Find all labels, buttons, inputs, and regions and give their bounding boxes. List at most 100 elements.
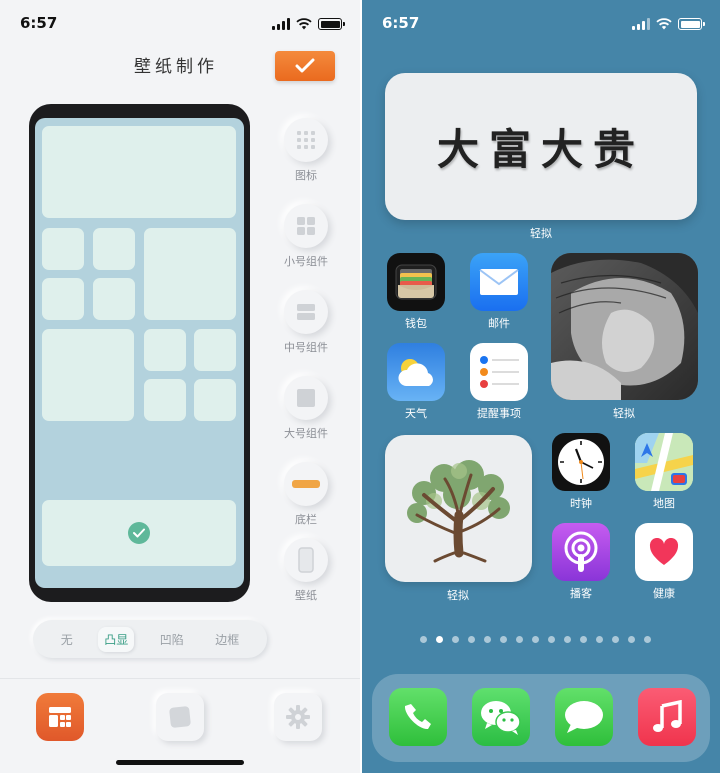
wechat-icon — [472, 688, 530, 746]
app-weather[interactable]: 天气 — [386, 343, 446, 421]
app-mail[interactable]: 邮件 — [469, 253, 529, 331]
app-clock[interactable]: 时钟 — [551, 433, 611, 511]
widget-label: 轻拟 — [447, 589, 469, 602]
status-bar: 6:57 — [362, 14, 720, 38]
cellular-signal-icon — [272, 18, 290, 30]
tool-label: 底栏 — [295, 513, 317, 526]
app-podcasts[interactable]: 播客 — [551, 523, 611, 601]
segment-none[interactable]: 无 — [55, 627, 79, 652]
preview-dock[interactable] — [42, 500, 236, 566]
preview-icon-slot[interactable] — [144, 329, 186, 371]
tool-label: 壁纸 — [295, 589, 317, 602]
medium-widget-icon — [284, 290, 328, 334]
app-label: 时钟 — [570, 497, 592, 510]
photo-image — [551, 253, 698, 400]
battery-icon — [678, 18, 705, 30]
wallet-icon — [387, 253, 445, 311]
phone-icon — [389, 688, 447, 746]
tab-canvas[interactable] — [156, 693, 204, 741]
music-icon — [638, 688, 696, 746]
widget-text: 大富大贵 — [436, 125, 645, 174]
text-widget[interactable]: 大富大贵 — [385, 73, 697, 220]
tool-dock-bar[interactable]: 底栏 — [278, 462, 334, 527]
dock-bar-icon — [284, 462, 328, 506]
segment-border[interactable]: 边框 — [209, 627, 245, 652]
tool-medium-widget[interactable]: 中号组件 — [278, 290, 334, 355]
mail-icon — [470, 253, 528, 311]
checkmark-icon — [295, 58, 315, 73]
large-widget-icon — [284, 376, 328, 420]
tool-small-widget[interactable]: 小号组件 — [278, 204, 334, 269]
tool-icons[interactable]: 图标 — [278, 118, 334, 183]
tool-wallpaper[interactable]: 壁纸 — [278, 538, 334, 603]
grid-icon — [284, 118, 328, 162]
dock — [372, 674, 710, 762]
app-label: 钱包 — [405, 317, 427, 330]
app-health[interactable]: 健康 — [634, 523, 694, 601]
status-time: 6:57 — [20, 14, 58, 32]
cellular-signal-icon — [632, 18, 650, 30]
preview-screen — [35, 118, 244, 588]
dock-app-messages[interactable] — [554, 688, 614, 746]
app-label: 地图 — [653, 497, 675, 510]
app-reminders[interactable]: 提醒事项 — [469, 343, 529, 421]
tool-label: 大号组件 — [284, 427, 328, 440]
preview-small-widget[interactable] — [144, 228, 236, 320]
podcasts-icon — [552, 523, 610, 581]
page-indicator[interactable] — [420, 636, 651, 643]
health-icon — [635, 523, 693, 581]
tab-settings[interactable] — [274, 693, 322, 741]
widget-label: 轻拟 — [613, 407, 635, 420]
app-maps[interactable]: 地图 — [634, 433, 694, 511]
wifi-icon — [656, 18, 672, 30]
app-label: 天气 — [405, 407, 427, 420]
photo-widget[interactable] — [551, 253, 698, 400]
preview-icon-slot[interactable] — [42, 278, 84, 320]
dock-app-wechat[interactable] — [471, 688, 531, 746]
gear-icon — [286, 705, 310, 729]
home-indicator — [116, 760, 244, 765]
dock-app-music[interactable] — [637, 688, 697, 746]
preview-icon-slot[interactable] — [194, 379, 236, 421]
app-label: 健康 — [653, 587, 675, 600]
segment-inset[interactable]: 凹陷 — [154, 627, 190, 652]
status-time: 6:57 — [382, 14, 420, 32]
selected-check-icon — [128, 522, 150, 544]
segment-raised[interactable]: 凸显 — [98, 626, 135, 652]
tool-large-widget[interactable]: 大号组件 — [278, 376, 334, 441]
small-widget-icon — [284, 204, 328, 248]
app-wallet[interactable]: 钱包 — [386, 253, 446, 331]
tool-label: 中号组件 — [284, 341, 328, 354]
status-icons — [272, 18, 345, 30]
square-icon — [169, 706, 191, 728]
app-label: 提醒事项 — [477, 407, 521, 420]
preview-icon-slot[interactable] — [93, 228, 135, 270]
preview-icon-slot[interactable] — [194, 329, 236, 371]
tree-image — [406, 459, 510, 562]
phone-preview — [29, 104, 250, 602]
battery-icon — [318, 18, 345, 30]
home-screen-preview: 6:57 大富大贵 轻拟 钱包 邮件 轻拟 天气 提醒事项 轻拟 时钟 地图 播… — [362, 0, 720, 773]
preview-small-widget[interactable] — [42, 329, 134, 421]
preview-icon-slot[interactable] — [42, 228, 84, 270]
app-label: 邮件 — [488, 317, 510, 330]
bottom-tab-bar — [0, 678, 360, 773]
tab-layout[interactable] — [36, 693, 84, 741]
layout-icon — [49, 707, 71, 727]
page-title: 壁纸制作 — [134, 57, 218, 77]
weather-icon — [387, 343, 445, 401]
widget-label: 轻拟 — [530, 227, 552, 240]
app-label: 播客 — [570, 587, 592, 600]
reminders-icon — [470, 343, 528, 401]
dock-app-phone[interactable] — [388, 688, 448, 746]
widget-editor-screen: 6:57 壁纸制作 图标 小号组件 中号组件 大号组件 底栏 壁纸 无 凸显 凹… — [0, 0, 360, 773]
clock-icon — [552, 433, 610, 491]
tree-widget[interactable] — [385, 435, 532, 582]
confirm-button[interactable] — [275, 51, 335, 81]
tool-label: 图标 — [295, 169, 317, 182]
preview-large-wide-widget[interactable] — [42, 126, 236, 218]
status-icons — [632, 18, 705, 30]
preview-icon-slot[interactable] — [93, 278, 135, 320]
preview-icon-slot[interactable] — [144, 379, 186, 421]
wifi-icon — [296, 18, 312, 30]
